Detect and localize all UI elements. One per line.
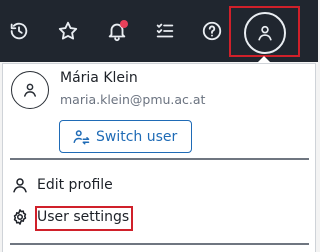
user-icon bbox=[24, 83, 36, 97]
menu-item-edit-profile[interactable]: Edit profile bbox=[11, 173, 113, 197]
switch-user-button[interactable]: Switch user bbox=[59, 120, 192, 153]
edit-profile-label: Edit profile bbox=[37, 177, 113, 193]
dropdown-caret bbox=[257, 56, 271, 63]
switch-user-label: Switch user bbox=[96, 128, 178, 145]
user-settings-label: User settings bbox=[37, 209, 130, 225]
user-name: Mária Klein bbox=[60, 70, 138, 86]
history-icon[interactable] bbox=[5, 17, 33, 45]
user-menu-button[interactable] bbox=[244, 12, 286, 54]
top-navigation-bar bbox=[0, 0, 318, 62]
user-icon bbox=[13, 178, 27, 193]
gear-icon bbox=[13, 209, 27, 225]
star-icon[interactable] bbox=[54, 17, 82, 45]
divider bbox=[10, 158, 309, 160]
avatar bbox=[11, 71, 49, 109]
divider bbox=[10, 243, 309, 245]
user-icon bbox=[258, 25, 272, 41]
checklist-icon[interactable] bbox=[151, 17, 179, 45]
user-email: maria.klein@pmu.ac.at bbox=[60, 92, 206, 107]
help-icon[interactable] bbox=[198, 17, 226, 45]
switch-user-icon bbox=[73, 129, 90, 144]
bell-icon[interactable] bbox=[103, 17, 131, 45]
menu-item-user-settings[interactable]: User settings bbox=[11, 205, 129, 229]
notification-badge bbox=[120, 20, 128, 28]
user-dropdown-panel: Mária Klein maria.klein@pmu.ac.at Switch… bbox=[2, 63, 316, 252]
